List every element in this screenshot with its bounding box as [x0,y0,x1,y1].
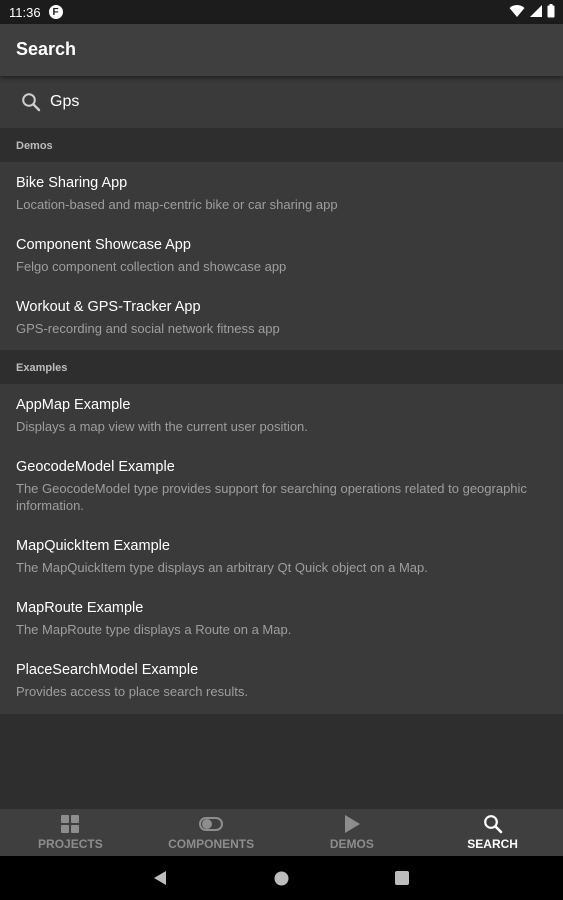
section-header-demos: Demos [0,128,563,162]
page-title: Search [16,39,77,59]
list-item[interactable]: MapRoute Example The MapRoute type displ… [0,599,563,638]
toggle-icon [199,817,224,831]
section-header-label: Examples [16,362,68,374]
search-icon [483,815,502,834]
play-icon [344,815,360,833]
app-notification-icon: F [48,5,63,19]
tab-label: DEMOS [329,837,374,851]
status-time: 11:36 [9,4,41,20]
list-item[interactable]: Bike Sharing App Location-based and map-… [0,174,563,213]
list-item-subtitle: Location-based and map-centric bike or c… [16,197,338,212]
list-item-title: Component Showcase App [16,237,191,253]
list-item-subtitle: The GeocodeModel type provides support f… [16,481,527,513]
tab-components[interactable]: COMPONENTS [141,809,282,856]
tab-demos[interactable]: DEMOS [282,809,423,856]
list-item-title: PlaceSearchModel Example [16,662,199,678]
battery-icon [547,4,555,18]
list-item[interactable]: Workout & GPS-Tracker App GPS-recording … [0,298,563,337]
status-icons [509,4,555,18]
list-item-subtitle: The MapQuickItem type displays an arbitr… [16,560,428,575]
list-item-subtitle: The MapRoute type displays a Route on a … [16,622,292,637]
list-item[interactable]: Component Showcase App Felgo component c… [0,236,563,275]
recents-icon[interactable] [395,871,409,885]
section-header-examples: Examples [0,350,563,384]
tab-search[interactable]: SEARCH [422,809,563,856]
status-bar: 11:36 F [0,0,563,24]
list-item-title: Bike Sharing App [16,175,128,191]
tab-label: SEARCH [467,837,518,851]
tab-label: COMPONENTS [168,837,255,851]
demos-list: Bike Sharing App Location-based and map-… [0,162,563,350]
list-item-title: GeocodeModel Example [16,459,175,475]
examples-list: AppMap Example Displays a map view with … [0,384,563,714]
list-item[interactable]: AppMap Example Displays a map view with … [0,396,563,435]
tab-label: PROJECTS [38,837,103,851]
list-item-title: MapRoute Example [16,600,144,616]
grid-icon [61,815,80,833]
list-item-subtitle: GPS-recording and social network fitness… [16,321,280,336]
list-item-subtitle: Felgo component collection and showcase … [16,259,287,274]
section-header-label: Demos [16,140,53,152]
list-item[interactable]: MapQuickItem Example The MapQuickItem ty… [0,537,563,576]
list-item-subtitle: Provides access to place search results. [16,684,248,699]
system-navigation-bar [0,856,563,900]
search-input[interactable] [50,90,530,114]
tab-projects[interactable]: PROJECTS [0,809,141,856]
search-icon [22,93,41,112]
list-item-title: MapQuickItem Example [16,538,170,554]
back-icon[interactable] [153,870,167,886]
list-item[interactable]: GeocodeModel Example The GeocodeModel ty… [0,458,563,514]
app-bar: Search [0,24,563,76]
home-icon[interactable] [274,871,289,886]
wifi-icon [509,5,525,18]
list-item-title: Workout & GPS-Tracker App [16,299,201,315]
list-item[interactable]: PlaceSearchModel Example Provides access… [0,661,563,700]
search-bar [0,76,563,128]
list-item-title: AppMap Example [16,397,131,413]
bottom-navigation: PROJECTS COMPONENTS DEMOS SEARCH [0,809,563,856]
list-item-subtitle: Displays a map view with the current use… [16,419,308,434]
cell-signal-icon [530,5,542,17]
